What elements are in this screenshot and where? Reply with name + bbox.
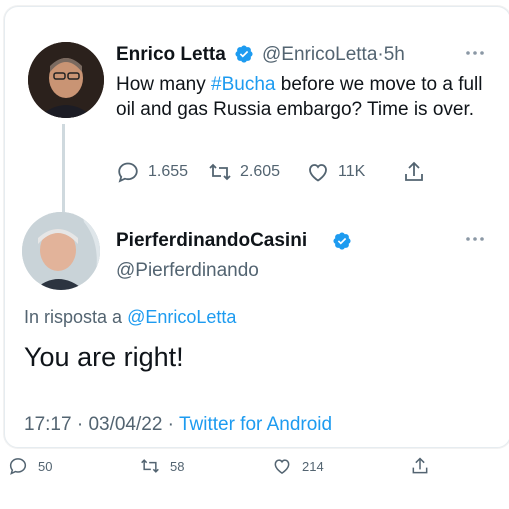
tweet2-source[interactable]: Twitter for Android: [179, 414, 332, 435]
reply-button[interactable]: 50: [8, 456, 52, 476]
retweet-count: 2.605: [240, 163, 281, 180]
hashtag-link[interactable]: #Bucha: [211, 74, 275, 95]
tweet2-text: You are right!: [24, 342, 184, 372]
share-icon: [405, 161, 423, 181]
retweet-count: 58: [170, 458, 185, 474]
like-icon: [309, 164, 327, 182]
tweet1-handle[interactable]: @EnricoLetta: [262, 44, 377, 65]
tweet1-author-name[interactable]: Enrico Letta: [116, 44, 226, 66]
like-count: 214: [302, 458, 324, 474]
like-icon: [274, 459, 290, 474]
like-count: 11K: [338, 163, 366, 180]
verified-badge-icon: [235, 45, 253, 63]
casini-avatar[interactable]: [22, 212, 100, 290]
reply-icon: [9, 458, 27, 475]
tweet2-time[interactable]: 17:17: [24, 414, 72, 435]
tweet2-handle[interactable]: @Pierferdinando: [116, 260, 259, 282]
share-icon: [412, 457, 428, 474]
reply-count: 1.655: [148, 163, 189, 180]
enrico-letta-avatar[interactable]: [28, 42, 104, 118]
reply-context: In risposta a @EnricoLetta: [24, 307, 236, 328]
tweet2-meta: 17:17 · 03/04/22 · Twitter for Android: [24, 414, 332, 436]
meta-separator: ·: [71, 414, 89, 435]
tweet2-author-name[interactable]: PierferdinandoCasini: [116, 230, 307, 252]
more-icon[interactable]: [464, 230, 486, 253]
retweet-icon: [209, 163, 231, 181]
more-icon[interactable]: [464, 44, 486, 67]
reply-prefix: In risposta a: [24, 307, 128, 327]
verified-badge-icon: [333, 232, 351, 250]
reply-to-mention[interactable]: @EnricoLetta: [127, 307, 236, 327]
reply-count: 50: [38, 458, 53, 474]
retweet-icon: [141, 459, 159, 473]
tweet1-time[interactable]: 5h: [384, 44, 405, 65]
meta-separator: ·: [162, 414, 179, 435]
reply-button[interactable]: 1.655: [116, 160, 188, 184]
retweet-button[interactable]: 2.605: [208, 160, 280, 184]
tweet2-date[interactable]: 03/04/22: [88, 414, 162, 435]
retweet-button[interactable]: 58: [140, 456, 184, 476]
tweet1-text-before: How many: [116, 74, 212, 95]
share-button[interactable]: [410, 456, 440, 476]
tweet1-text: How many #Bucha before we move to a full…: [116, 72, 492, 122]
tweet1-handle-time[interactable]: @EnricoLetta·5h: [262, 44, 405, 66]
like-button[interactable]: 214: [272, 456, 324, 476]
thread-connector-line: [62, 124, 65, 212]
share-button[interactable]: [402, 160, 434, 184]
bottom-actions: 50 58 214: [0, 456, 509, 484]
like-button[interactable]: 11K: [306, 160, 365, 184]
reply-icon: [118, 162, 138, 183]
